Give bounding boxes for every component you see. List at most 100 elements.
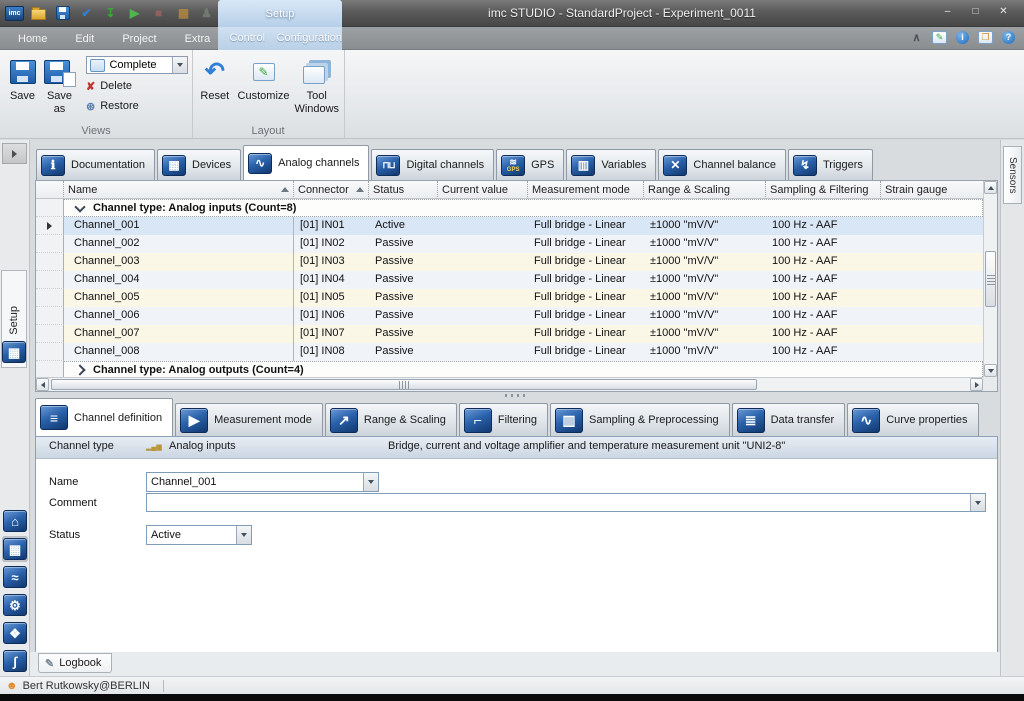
cell-sampling-filtering[interactable]: 100 Hz - AAF (766, 325, 881, 343)
detail-tab-channel-definition[interactable]: ≡Channel definition (35, 398, 173, 436)
menu-tab-home[interactable]: Home (4, 30, 61, 49)
cell-range-scaling[interactable]: ±1000 "mV/V" (644, 343, 766, 361)
save-icon[interactable] (54, 5, 71, 22)
column-header-current-value[interactable]: Current value (438, 181, 528, 199)
cell-connector[interactable]: [01] IN08 (294, 343, 369, 361)
table-row-channel-002[interactable]: Channel_002[01] IN02PassiveFull bridge -… (36, 235, 983, 253)
cell-strain-gauge[interactable] (881, 289, 983, 307)
cell-connector[interactable]: [01] IN03 (294, 253, 369, 271)
reset-button[interactable]: ↶ Reset (196, 54, 234, 120)
cell-current-value[interactable] (438, 271, 528, 289)
scroll-left-button[interactable] (36, 378, 49, 391)
cell-current-value[interactable] (438, 307, 528, 325)
menu-tab-project[interactable]: Project (108, 30, 170, 49)
splitter-handle[interactable] (505, 394, 529, 397)
help-icon[interactable]: ? (1001, 30, 1016, 45)
close-button[interactable]: ✕ (991, 4, 1016, 20)
cell-strain-gauge[interactable] (881, 325, 983, 343)
sensors-tab[interactable]: Sensors (1003, 146, 1022, 204)
column-header-range-scaling[interactable]: Range & Scaling (644, 181, 766, 199)
imc-logo[interactable]: imc (6, 5, 23, 22)
table-row-channel-005[interactable]: Channel_005[01] IN05PassiveFull bridge -… (36, 289, 983, 307)
detail-tab-curve-properties[interactable]: ∿Curve properties (847, 403, 978, 436)
cell-sampling-filtering[interactable]: 100 Hz - AAF (766, 253, 881, 271)
cell-range-scaling[interactable]: ±1000 "mV/V" (644, 235, 766, 253)
cell-status[interactable]: Active (369, 217, 438, 235)
cell-connector[interactable]: [01] IN05 (294, 289, 369, 307)
cell-sampling-filtering[interactable]: 100 Hz - AAF (766, 343, 881, 361)
cell-name[interactable]: Channel_004 (64, 271, 294, 289)
cell-name[interactable]: Channel_003 (64, 253, 294, 271)
cell-connector[interactable]: [01] IN06 (294, 307, 369, 325)
cell-sampling-filtering[interactable]: 100 Hz - AAF (766, 307, 881, 325)
cell-current-value[interactable] (438, 253, 528, 271)
cell-strain-gauge[interactable] (881, 343, 983, 361)
sidebar-settings-icon-button[interactable]: ⚙ (2, 592, 28, 618)
page-tab-analog-channels[interactable]: ∿Analog channels (243, 145, 369, 180)
page-tab-digital-channels[interactable]: ⊓⊔Digital channels (371, 149, 494, 180)
detail-tab-measurement-mode[interactable]: ▶Measurement mode (175, 403, 323, 436)
cell-name[interactable]: Channel_005 (64, 289, 294, 307)
save-as-button[interactable]: Save as (41, 54, 78, 120)
pause-icon[interactable]: ▮▮ (174, 5, 191, 22)
sidebar-tab-setup[interactable]: Setup ▦ (1, 270, 27, 368)
cell-range-scaling[interactable]: ±1000 "mV/V" (644, 217, 766, 235)
horizontal-scroll-thumb[interactable] (51, 379, 757, 390)
table-row-channel-006[interactable]: Channel_006[01] IN06PassiveFull bridge -… (36, 307, 983, 325)
logbook-tab[interactable]: ✎ Logbook (38, 653, 112, 673)
cell-measurement-mode[interactable]: Full bridge - Linear (528, 235, 644, 253)
menu-tab-control[interactable]: Control (218, 27, 277, 50)
menu-tab-edit[interactable]: Edit (61, 30, 108, 49)
detail-tab-data-transfer[interactable]: ≣Data transfer (732, 403, 846, 436)
cell-measurement-mode[interactable]: Full bridge - Linear (528, 307, 644, 325)
table-row-channel-001[interactable]: Channel_001[01] IN01ActiveFull bridge - … (36, 217, 983, 235)
column-header-measurement-mode[interactable]: Measurement mode (528, 181, 644, 199)
group-row-analog-inputs[interactable]: Channel type: Analog inputs (Count=8) (36, 199, 983, 217)
cell-measurement-mode[interactable]: Full bridge - Linear (528, 271, 644, 289)
table-row-channel-004[interactable]: Channel_004[01] IN04Passive Full bridge -… (36, 271, 983, 289)
cell-status[interactable]: Passive (369, 307, 438, 325)
sidebar-devices-nav-icon-button[interactable]: ▦ (2, 536, 28, 562)
expand-panel-button[interactable] (2, 143, 27, 164)
cell-strain-gauge[interactable] (881, 307, 983, 325)
group-row-analog-outputs[interactable]: Channel type: Analog outputs (Count=4) (36, 361, 983, 377)
cell-range-scaling[interactable]: ±1000 "mV/V" (644, 253, 766, 271)
delete-view-button[interactable]: ✘ Delete (86, 78, 188, 94)
table-row-channel-008[interactable]: Channel_008[01] IN08PassiveFull bridge -… (36, 343, 983, 361)
detail-tab-filtering[interactable]: ⌐Filtering (459, 403, 548, 436)
comment-combo[interactable] (146, 493, 986, 512)
vertical-scrollbar[interactable] (983, 181, 997, 377)
cell-status[interactable]: Passive (369, 271, 438, 289)
cell-name[interactable]: Channel_007 (64, 325, 294, 343)
cell-connector[interactable]: [01] IN04 (294, 271, 369, 289)
cell-current-value[interactable] (438, 325, 528, 343)
apply-icon[interactable]: ✔ (78, 5, 95, 22)
name-combo-dropdown-button[interactable] (363, 473, 378, 491)
sidebar-functions-icon-button[interactable]: ∫ (2, 648, 28, 674)
column-header-name[interactable]: Name (64, 181, 294, 199)
page-tab-devices[interactable]: ▦Devices (157, 149, 241, 180)
cell-status[interactable]: Passive (369, 253, 438, 271)
page-tab-documentation[interactable]: ℹDocumentation (36, 149, 155, 180)
connect-icon[interactable]: ♟ (198, 5, 215, 22)
page-tab-variables[interactable]: ▥Variables (566, 149, 656, 180)
cell-status[interactable]: Passive (369, 235, 438, 253)
info-icon[interactable]: i (955, 30, 970, 45)
scroll-up-button[interactable] (984, 181, 997, 194)
cell-current-value[interactable] (438, 217, 528, 235)
tool-windows-button[interactable]: Tool Windows (294, 54, 340, 120)
cell-range-scaling[interactable]: ±1000 "mV/V" (644, 289, 766, 307)
vertical-scroll-thumb[interactable] (985, 251, 996, 307)
horizontal-scrollbar[interactable] (36, 377, 983, 391)
cell-strain-gauge[interactable] (881, 235, 983, 253)
sidebar-panel-icon-button[interactable]: ≈ (2, 564, 28, 590)
cell-strain-gauge[interactable] (881, 253, 983, 271)
cell-strain-gauge[interactable] (881, 271, 983, 289)
sidebar-plugins-icon-button[interactable]: ❖ (2, 620, 28, 646)
status-combo-dropdown-button[interactable] (236, 526, 251, 544)
save-button[interactable]: Save (4, 54, 41, 120)
view-selector-combo[interactable]: + Complete (86, 56, 188, 74)
comment-combo-dropdown-button[interactable] (970, 494, 985, 511)
cell-current-value[interactable] (438, 289, 528, 307)
cell-range-scaling[interactable]: ±1000 "mV/V" (644, 307, 766, 325)
